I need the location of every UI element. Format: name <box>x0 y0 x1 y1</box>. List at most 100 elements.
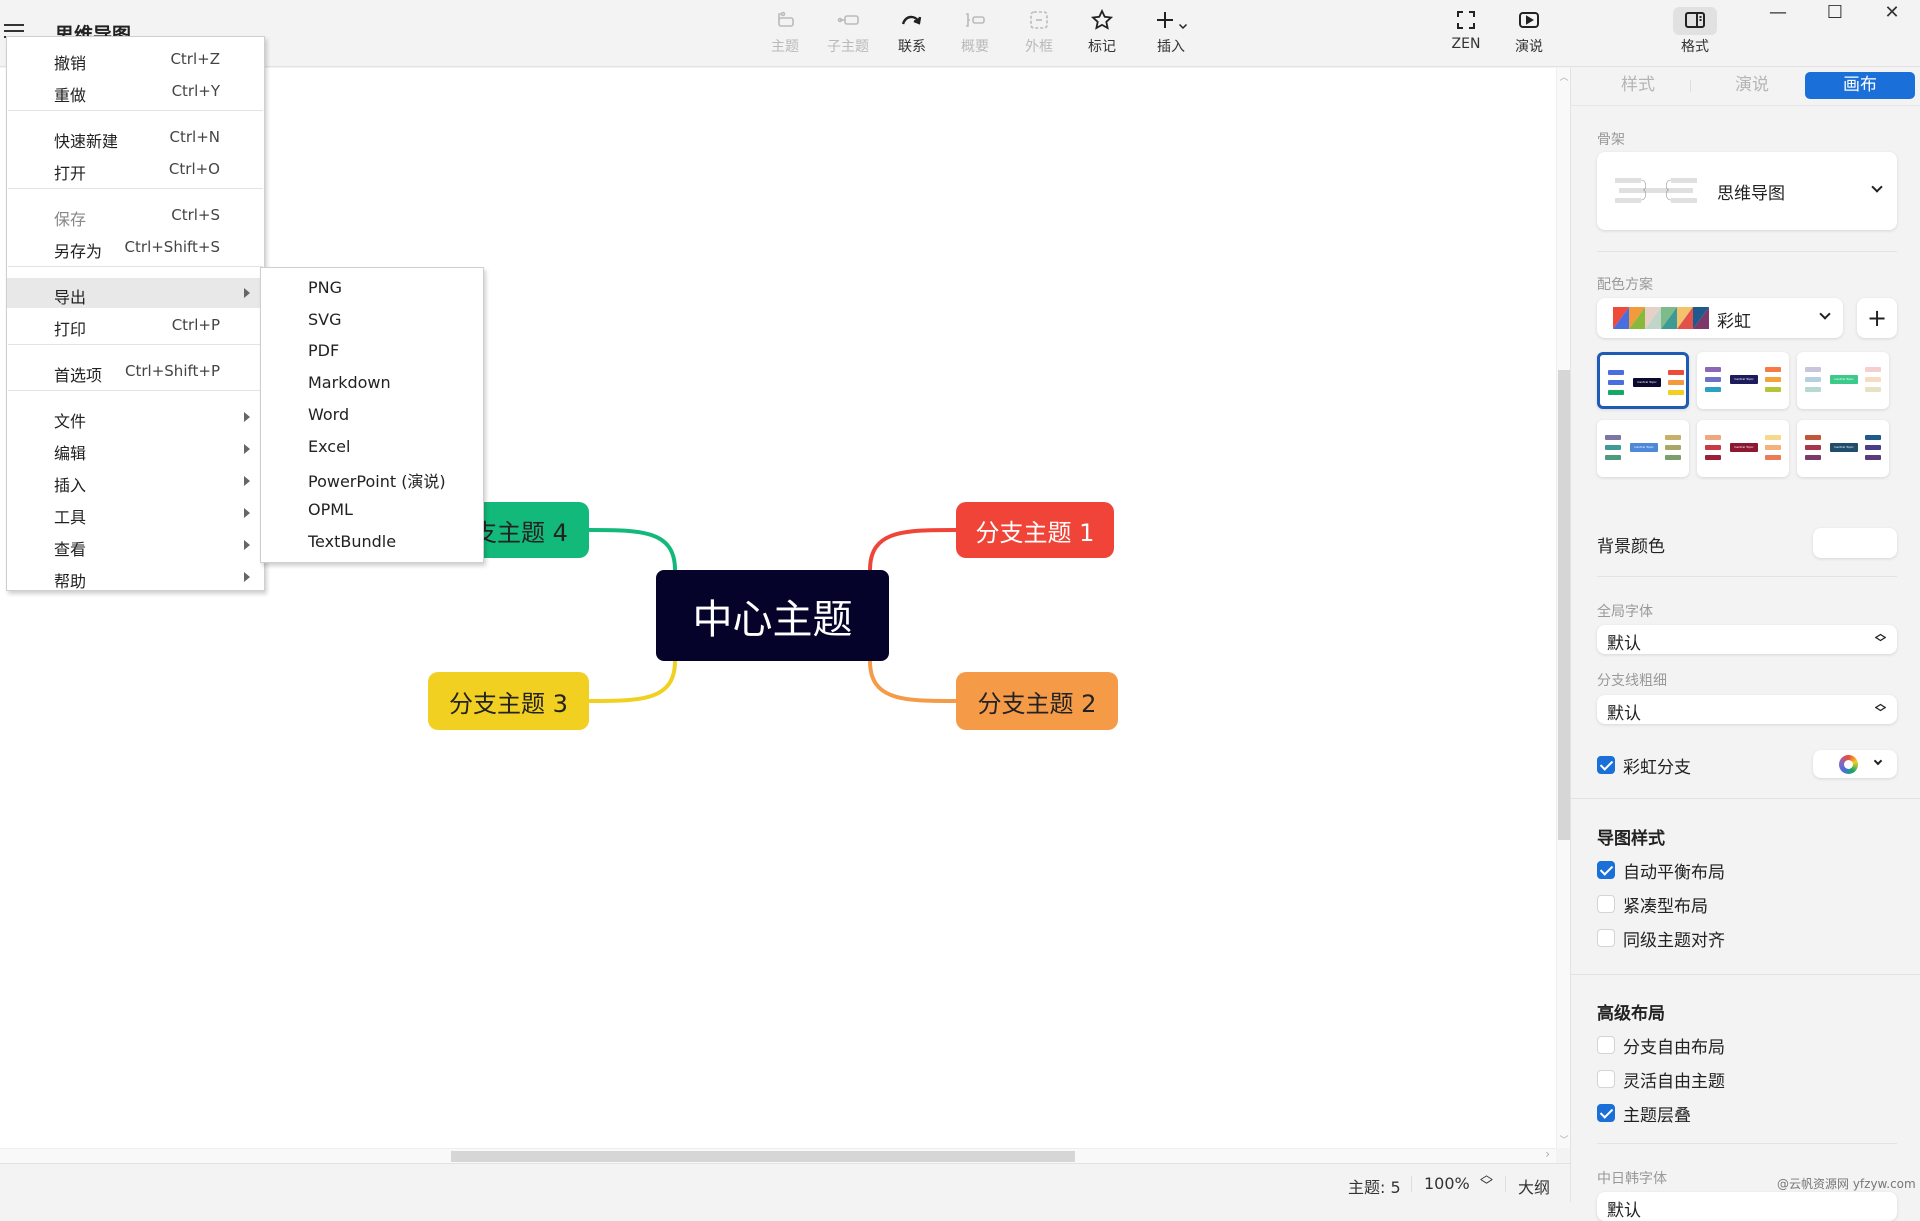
submenu-arrow-icon <box>244 288 250 298</box>
export-option[interactable]: Word <box>308 405 349 424</box>
outline-button[interactable]: 大纲 <box>1518 1174 1550 1198</box>
add-color-theme-button[interactable]: + <box>1857 298 1897 338</box>
option-checkbox[interactable] <box>1597 895 1615 913</box>
branch-topic-2[interactable]: 分支主题 2 <box>956 672 1118 730</box>
tab-style[interactable]: 样式 <box>1583 72 1693 99</box>
color-theme-thumbnail[interactable]: Central Topic <box>1597 420 1689 477</box>
summary-bracket-icon <box>945 8 1005 34</box>
menu-item[interactable]: 帮助 <box>7 562 264 592</box>
map-style-heading: 导图样式 <box>1597 829 1665 849</box>
rainbow-palette-swatch <box>1613 307 1709 329</box>
maximize-button[interactable]: ☐ <box>1805 0 1865 30</box>
tab-canvas[interactable]: 画布 <box>1805 72 1915 99</box>
menu-item[interactable]: 工具 <box>7 498 264 528</box>
central-topic[interactable]: 中心主题 <box>656 570 889 661</box>
branch-thickness-select[interactable]: 默认 ︿ ﹀ <box>1597 695 1897 724</box>
menu-item[interactable]: 撤销 Ctrl+Z <box>7 44 264 74</box>
tab-pitch[interactable]: 演说 <box>1697 72 1807 99</box>
thumbnail-central-topic: Central Topic <box>1633 378 1661 387</box>
menu-item[interactable]: 快速新建 Ctrl+N <box>7 122 264 152</box>
vertical-scroll-thumb[interactable] <box>1558 370 1570 840</box>
thumbnail-central-topic: Central Topic <box>1730 443 1758 452</box>
panel-tabs: 样式 演说 画布 <box>1571 68 1920 106</box>
star-icon <box>1072 8 1132 34</box>
menu-item[interactable]: 打印 Ctrl+P <box>7 310 264 340</box>
boundary-icon <box>1009 8 1069 34</box>
menu-item[interactable]: 首选项 Ctrl+Shift+P <box>7 356 264 386</box>
vertical-scrollbar[interactable]: ︿ ﹀ <box>1556 68 1570 1148</box>
export-option[interactable]: Markdown <box>308 373 391 392</box>
color-theme-thumbnail[interactable]: Central Topic <box>1697 420 1789 477</box>
color-theme-thumbnail[interactable]: Central Topic <box>1797 420 1889 477</box>
menu-item[interactable]: 插入 <box>7 466 264 496</box>
branch-topic-1[interactable]: 分支主题 1 <box>956 502 1114 558</box>
subtopic-label: 子主题 <box>827 39 869 55</box>
menu-separator <box>8 188 263 189</box>
export-option[interactable]: PNG <box>308 278 342 297</box>
scroll-up-icon[interactable]: ︿ <box>1557 70 1571 83</box>
scroll-down-icon[interactable]: ﹀ <box>1557 1133 1571 1146</box>
thumbnail-central-topic: Central Topic <box>1730 375 1758 384</box>
close-button[interactable]: ✕ <box>1862 0 1920 30</box>
menu-item[interactable]: 保存 Ctrl+S <box>7 200 264 230</box>
subtopic-button[interactable]: 子主题 <box>818 8 878 60</box>
color-wheel-icon <box>1839 755 1858 774</box>
option-checkbox[interactable] <box>1597 1070 1615 1088</box>
menu-item[interactable]: 打开 Ctrl+O <box>7 154 264 184</box>
pitch-button[interactable]: 演说 <box>1499 8 1559 60</box>
zen-button[interactable]: ZEN <box>1436 8 1496 60</box>
zoom-stepper-icon[interactable]: ︿ ﹀ <box>1480 1169 1493 1193</box>
menu-item-shortcut: Ctrl+Shift+S <box>124 238 220 256</box>
global-font-select[interactable]: 默认 ︿ ﹀ <box>1597 625 1897 654</box>
rainbow-branch-checkbox[interactable] <box>1597 756 1615 774</box>
top-toolbar: 思维导图 主题 子主题 联系 概要 外框 标记 插入 ZEN 演说 格式 — ☐… <box>0 0 1920 67</box>
topic-button[interactable]: 主题 <box>755 8 815 60</box>
menu-item[interactable]: 另存为 Ctrl+Shift+S <box>7 232 264 262</box>
cjk-font-select[interactable]: 默认 <box>1597 1192 1897 1221</box>
menu-item[interactable]: 导出 <box>7 278 264 308</box>
cjk-font-value: 默认 <box>1607 1201 1641 1221</box>
color-theme-thumbnail[interactable]: Central Topic <box>1597 352 1689 409</box>
export-option[interactable]: SVG <box>308 310 342 329</box>
branch-topic-3[interactable]: 分支主题 3 <box>428 672 589 730</box>
branch-connector <box>588 660 677 703</box>
menu-item[interactable]: 文件 <box>7 402 264 432</box>
option-label: 紧凑型布局 <box>1623 897 1708 917</box>
menu-separator <box>8 266 263 267</box>
option-checkbox[interactable] <box>1597 1036 1615 1054</box>
summary-button[interactable]: 概要 <box>945 8 1005 60</box>
color-theme-thumbnail[interactable]: Central Topic <box>1797 352 1889 409</box>
divider <box>1597 251 1897 252</box>
color-theme-thumbnail[interactable]: Central Topic <box>1697 352 1789 409</box>
menu-item-shortcut: Ctrl+S <box>171 206 220 224</box>
menu-item[interactable]: 查看 <box>7 530 264 560</box>
marker-button[interactable]: 标记 <box>1072 8 1132 60</box>
boundary-button[interactable]: 外框 <box>1009 8 1069 60</box>
export-option[interactable]: TextBundle <box>308 532 396 551</box>
option-checkbox[interactable] <box>1597 861 1615 879</box>
export-option[interactable]: OPML <box>308 500 353 519</box>
rainbow-color-select[interactable] <box>1813 750 1897 778</box>
export-option[interactable]: PDF <box>308 341 339 360</box>
cjk-font-label: 中日韩字体 <box>1597 1171 1667 1187</box>
chevron-down-icon <box>1871 181 1883 193</box>
submenu-arrow-icon <box>244 444 250 454</box>
option-checkbox[interactable] <box>1597 929 1615 947</box>
zoom-level[interactable]: 100% <box>1424 1174 1470 1193</box>
background-color-picker[interactable] <box>1813 528 1897 558</box>
insert-button[interactable]: 插入 <box>1140 8 1202 60</box>
option-checkbox[interactable] <box>1597 1104 1615 1122</box>
export-option[interactable]: Excel <box>308 437 350 456</box>
relationship-button[interactable]: 联系 <box>882 8 942 60</box>
export-option[interactable]: PowerPoint (演说) <box>308 468 446 492</box>
minimize-button[interactable]: — <box>1748 0 1808 30</box>
horizontal-scrollbar[interactable]: › <box>0 1147 1556 1163</box>
scroll-right-icon[interactable]: › <box>1545 1147 1550 1161</box>
color-theme-select[interactable]: 彩虹 <box>1597 298 1843 338</box>
format-button[interactable]: 格式 <box>1665 8 1725 60</box>
horizontal-scroll-thumb[interactable] <box>451 1151 1075 1162</box>
structure-select[interactable]: 思维导图 <box>1597 152 1897 230</box>
menu-item-shortcut: Ctrl+P <box>171 316 220 334</box>
menu-item[interactable]: 编辑 <box>7 434 264 464</box>
menu-item[interactable]: 重做 Ctrl+Y <box>7 76 264 106</box>
